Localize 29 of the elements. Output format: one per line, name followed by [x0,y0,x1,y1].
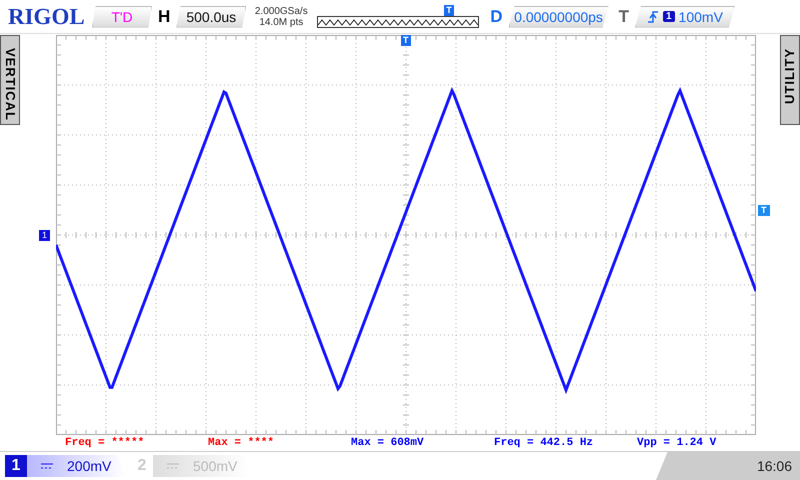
measurement: Max = 608mV [351,437,425,449]
channel-scale: 200mV [67,458,112,474]
channel-badge: 1 [662,11,675,22]
channel-number: 1 [5,455,27,477]
vertical-tab[interactable]: VERTICAL [0,35,20,125]
delay-field[interactable]: 0.00000000ps [508,6,609,28]
memory-depth: 14.0M pts [259,16,304,28]
measurement: Max = **** [208,437,276,449]
channel-scale: 500mV [193,458,238,474]
rising-edge-icon [646,10,659,24]
clock: 16:06 [656,452,800,480]
measurement: Vpp = 1.24 V [637,437,718,449]
logo: RIGOL [8,4,86,30]
delay-label: D [490,6,503,26]
run-status: T'D [92,6,152,28]
trigger-position-marker[interactable]: T [401,35,410,46]
trigger-label: T [618,6,629,26]
measurement: Freq = ***** [65,437,146,449]
trigger-level: 100mV [678,8,723,24]
trigger-position-marker: T [444,4,454,16]
dc-coupling-icon [167,463,179,469]
horizontal-label: H [158,6,170,26]
trigger-field[interactable]: 1 100mV [634,6,735,28]
channel-marker[interactable]: 1 [39,230,50,241]
timebase-field[interactable]: 500.0us [176,6,246,28]
measurement: Freq = 442.5 Hz [494,437,594,449]
dc-coupling-icon [41,463,53,469]
utility-tab[interactable]: UTILITY [780,35,800,125]
sample-rate: 2.000GSa/s [254,6,308,16]
